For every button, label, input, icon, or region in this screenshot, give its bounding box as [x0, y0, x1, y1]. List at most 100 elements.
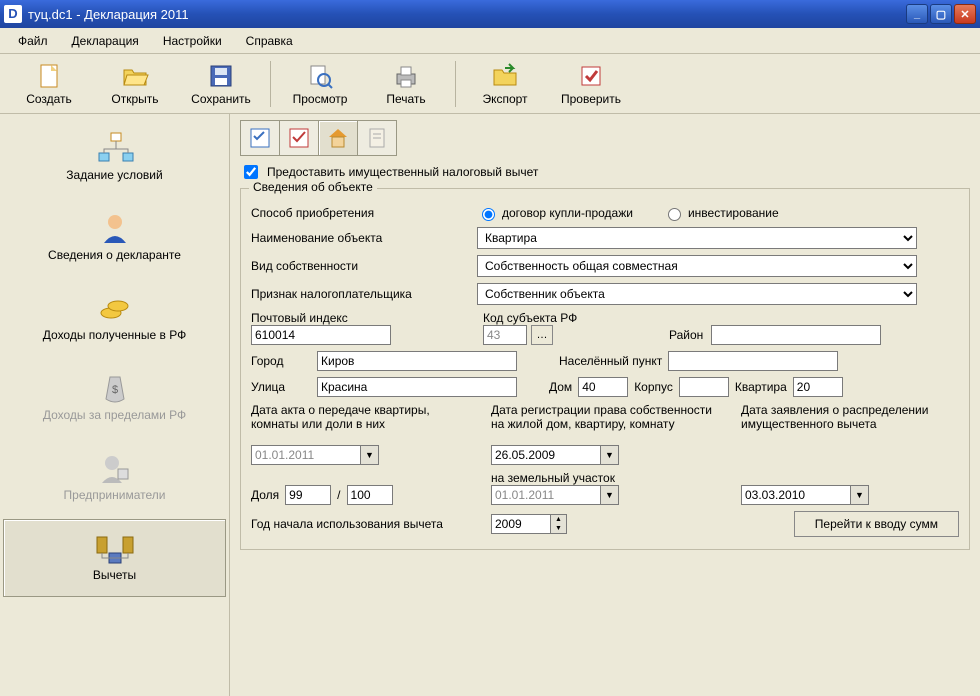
toolbar-save[interactable]: Сохранить — [178, 58, 264, 110]
toolbar-preview[interactable]: Просмотр — [277, 58, 363, 110]
date-reg-input[interactable] — [491, 445, 601, 465]
new-file-icon — [35, 62, 63, 90]
ownership-label: Вид собственности — [251, 259, 471, 273]
sidebar-item-income-rf[interactable]: Доходы полученные в РФ — [3, 279, 226, 357]
share-label: Доля — [251, 488, 279, 502]
date-act-label: Дата акта о передаче квартиры, комнаты и… — [251, 403, 471, 445]
building-input[interactable] — [679, 377, 729, 397]
menu-help[interactable]: Справка — [236, 31, 303, 51]
toolbar-check[interactable]: Проверить — [548, 58, 634, 110]
person-icon — [8, 210, 221, 246]
toolbar-open[interactable]: Открыть — [92, 58, 178, 110]
sidebar-item-conditions[interactable]: Задание условий — [3, 119, 226, 197]
object-name-select[interactable]: Квартира — [477, 227, 917, 249]
provide-deduction-checkbox[interactable] — [244, 165, 258, 179]
district-label: Район — [669, 328, 703, 342]
main-toolbar: Создать Открыть Сохранить Просмотр Печат… — [0, 54, 980, 114]
apt-input[interactable] — [793, 377, 843, 397]
land-date-input — [491, 485, 601, 505]
deductions-icon — [8, 530, 221, 566]
sidebar-item-deductions[interactable]: Вычеты — [3, 519, 226, 597]
house-label: Дом — [549, 380, 572, 394]
year-spinner[interactable]: ▲▼ — [551, 514, 567, 534]
share-separator: / — [337, 488, 340, 502]
taxpayer-select[interactable]: Собственник объекта — [477, 283, 917, 305]
building-label: Корпус — [634, 380, 673, 394]
toolbar-export[interactable]: Экспорт — [462, 58, 548, 110]
window-title: туц.dc1 - Декларация 2011 — [28, 7, 906, 22]
toolbar-print[interactable]: Печать — [363, 58, 449, 110]
house-input[interactable] — [578, 377, 628, 397]
year-input[interactable] — [491, 514, 551, 534]
content-pane: Предоставить имущественный налоговый выч… — [230, 114, 980, 696]
tab-social[interactable] — [279, 120, 319, 156]
coins-icon — [8, 290, 221, 326]
svg-text:$: $ — [111, 384, 117, 396]
titlebar: D туц.dc1 - Декларация 2011 _ ▢ ✕ — [0, 0, 980, 28]
date-act-dropdown[interactable]: ▼ — [361, 445, 379, 465]
date-claim-input[interactable] — [741, 485, 851, 505]
sidebar-item-declarant[interactable]: Сведения о декларанте — [3, 199, 226, 277]
minimize-button[interactable]: _ — [906, 4, 928, 24]
deduction-type-tabs — [240, 120, 970, 156]
postal-input[interactable] — [251, 325, 391, 345]
toolbar-separator — [270, 61, 271, 107]
open-folder-icon — [121, 62, 149, 90]
menu-settings[interactable]: Настройки — [153, 31, 232, 51]
land-label: на земельный участок — [491, 471, 721, 485]
city-input[interactable] — [317, 351, 517, 371]
settlement-label: Населённый пункт — [559, 354, 662, 368]
menu-declaration[interactable]: Декларация — [62, 31, 149, 51]
app-icon: D — [4, 5, 22, 23]
share-numerator-input[interactable] — [285, 485, 331, 505]
tab-standard[interactable] — [240, 120, 280, 156]
sidebar-item-entrepreneur[interactable]: Предприниматели — [3, 439, 226, 517]
region-code-input — [483, 325, 527, 345]
settlement-input[interactable] — [668, 351, 838, 371]
menubar: Файл Декларация Настройки Справка — [0, 28, 980, 54]
radio-purchase[interactable]: договор купли-продажи — [477, 205, 633, 221]
radio-investment[interactable]: инвестирование — [663, 205, 779, 221]
entrepreneur-icon — [8, 450, 221, 486]
share-denominator-input[interactable] — [347, 485, 393, 505]
postal-label: Почтовый индекс — [251, 311, 477, 325]
printer-icon — [392, 62, 420, 90]
check-icon — [577, 62, 605, 90]
region-code-label: Код субъекта РФ — [483, 311, 663, 325]
year-label: Год начала использования вычета — [251, 517, 471, 531]
close-button[interactable]: ✕ — [954, 4, 976, 24]
acquisition-label: Способ приобретения — [251, 206, 471, 220]
ownership-select[interactable]: Собственность общая совместная — [477, 255, 917, 277]
date-claim-dropdown[interactable]: ▼ — [851, 485, 869, 505]
street-input[interactable] — [317, 377, 517, 397]
toolbar-create[interactable]: Создать — [6, 58, 92, 110]
city-label: Город — [251, 354, 311, 368]
taxpayer-label: Признак налогоплательщика — [251, 287, 471, 301]
object-info-group: Сведения об объекте Способ приобретения … — [240, 188, 970, 550]
region-code-lookup-button[interactable]: … — [531, 325, 553, 345]
date-claim-label: Дата заявления о распределении имуществе… — [741, 403, 931, 459]
date-reg-label: Дата регистрации права собственности на … — [491, 403, 721, 445]
preview-icon — [306, 62, 334, 90]
floppy-icon — [207, 62, 235, 90]
goto-sums-button[interactable]: Перейти к вводу сумм — [794, 511, 959, 537]
menu-file[interactable]: Файл — [8, 31, 58, 51]
moneybag-icon: $ — [8, 370, 221, 406]
district-input[interactable] — [711, 325, 881, 345]
tab-losses[interactable] — [357, 120, 397, 156]
checklist-icon — [248, 126, 272, 150]
document-icon — [365, 126, 389, 150]
tab-property[interactable] — [318, 120, 358, 156]
date-reg-dropdown[interactable]: ▼ — [601, 445, 619, 465]
red-check-icon — [287, 126, 311, 150]
provide-deduction-label: Предоставить имущественный налоговый выч… — [267, 165, 538, 179]
group-legend: Сведения об объекте — [249, 180, 377, 194]
house-icon — [326, 126, 350, 150]
street-label: Улица — [251, 380, 311, 394]
tree-icon — [8, 130, 221, 166]
sidebar-item-income-abroad[interactable]: $ Доходы за пределами РФ — [3, 359, 226, 437]
toolbar-separator — [455, 61, 456, 107]
maximize-button[interactable]: ▢ — [930, 4, 952, 24]
land-date-dropdown[interactable]: ▼ — [601, 485, 619, 505]
object-name-label: Наименование объекта — [251, 231, 471, 245]
